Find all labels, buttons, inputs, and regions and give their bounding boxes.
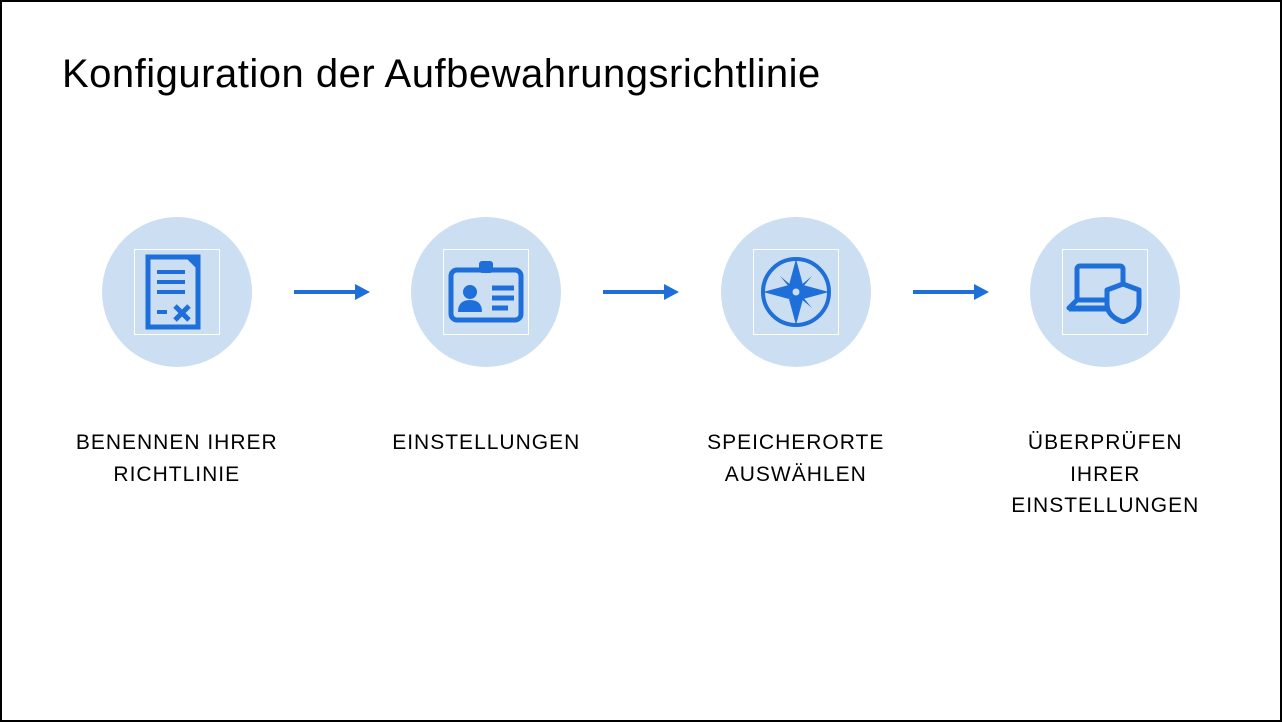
step-circle — [411, 217, 561, 367]
arrow-icon — [601, 282, 681, 302]
step-label: EINSTELLUNGEN — [392, 427, 580, 459]
page-title: Konfiguration der Aufbewahrungsrichtlini… — [62, 52, 1220, 97]
laptop-shield-icon — [1062, 249, 1148, 335]
step-circle — [102, 217, 252, 367]
step-name-policy: BENENNEN IHRER RICHTLINIE — [62, 217, 292, 490]
step-label: BENENNEN IHRER RICHTLINIE — [62, 427, 292, 490]
flow-diagram: BENENNEN IHRER RICHTLINIE EINSTELLUN — [62, 217, 1220, 522]
step-circle — [1030, 217, 1180, 367]
arrow-icon — [292, 282, 372, 302]
compass-icon — [753, 249, 839, 335]
step-locations: SPEICHERORTE AUSWÄHLEN — [681, 217, 911, 490]
step-label: ÜBERPRÜFEN IHRER EINSTELLUNGEN — [991, 427, 1221, 522]
step-circle — [721, 217, 871, 367]
badge-icon — [443, 249, 529, 335]
arrow-icon — [911, 282, 991, 302]
step-label: SPEICHERORTE AUSWÄHLEN — [681, 427, 911, 490]
document-x-icon — [134, 249, 220, 335]
step-review: ÜBERPRÜFEN IHRER EINSTELLUNGEN — [991, 217, 1221, 522]
step-settings: EINSTELLUNGEN — [372, 217, 602, 459]
